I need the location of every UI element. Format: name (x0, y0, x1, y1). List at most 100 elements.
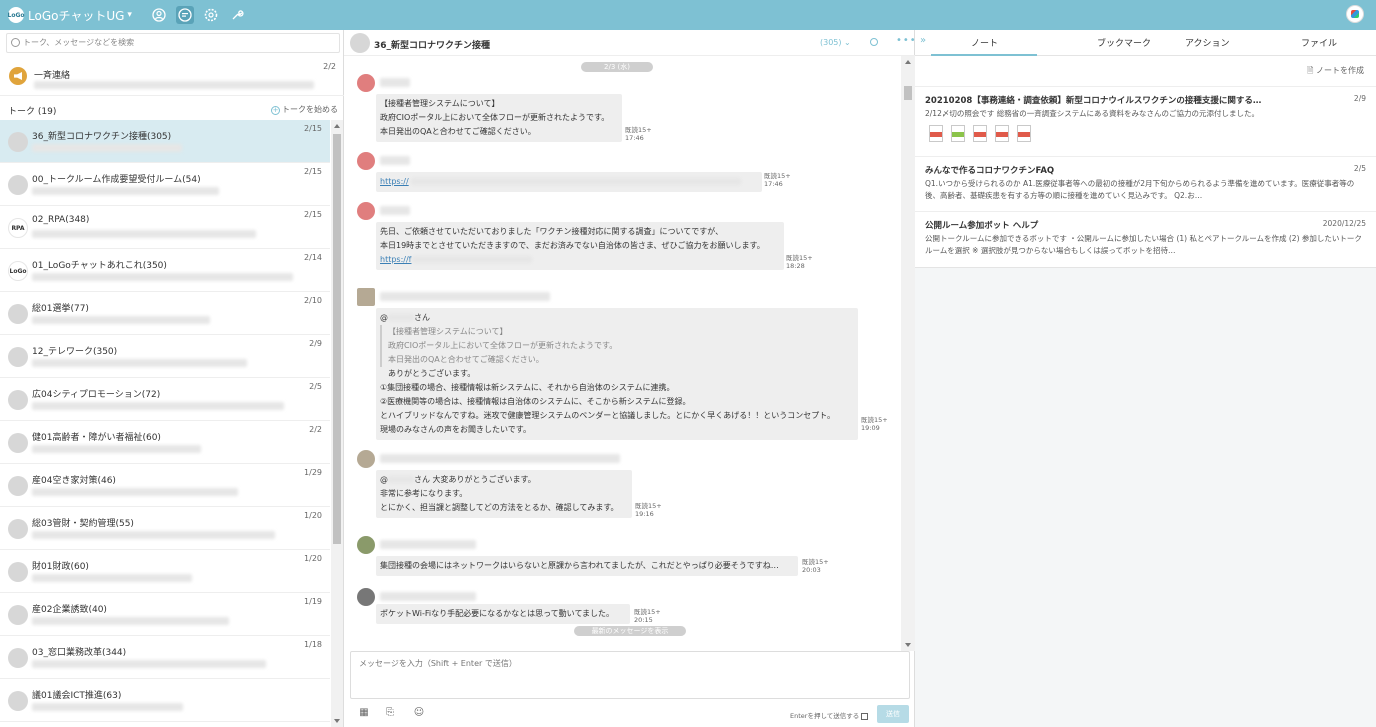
message-list: 2/3 (水) 【接種者管理システムについて】 政府CIOポータル上において全体… (344, 56, 901, 651)
room-item[interactable]: 総03管財・契約管理(55) 1/20 (0, 507, 330, 550)
read-status: 既読15+ 17:46 (764, 172, 791, 188)
search-input[interactable]: トーク、メッセージなどを検索 (6, 33, 340, 53)
tab-files[interactable]: ファイル (1301, 36, 1337, 49)
show-latest-button[interactable]: 最新のメッセージを表示 (574, 626, 686, 636)
room-item[interactable]: 00_トークルーム作成要望受付ルーム(54) 2/15 (0, 163, 330, 206)
room-name: 財01財政(60) (32, 562, 89, 572)
avatar (357, 588, 375, 606)
user-avatar[interactable] (1346, 5, 1364, 23)
room-avatar (8, 390, 28, 410)
chat-title: 36_新型コロナワクチン接種 (374, 41, 491, 51)
room-date: 1/20 (304, 554, 322, 563)
app-name: LoGoチャットUG (28, 8, 125, 23)
chat-icon[interactable] (175, 6, 194, 24)
blurred-preview (32, 531, 275, 539)
gear-icon[interactable] (202, 6, 220, 24)
blurred-preview (32, 574, 192, 582)
attach-icon[interactable]: ⎘ (384, 707, 396, 719)
read-status: 既読15+ 20:15 (634, 608, 661, 624)
talk-count-label: トーク (19) (8, 107, 57, 117)
pdf-icon[interactable] (995, 125, 1009, 142)
pdf-icon[interactable] (973, 125, 987, 142)
room-item[interactable]: 議01議会ICT推進(63) (0, 679, 330, 722)
message-link[interactable]: https:// (380, 177, 409, 186)
room-item[interactable]: LoGo 01_LoGoチャットあれこれ(350) 2/14 (0, 249, 330, 292)
room-name: 総01選挙(77) (32, 304, 89, 314)
note-icon: 🗎 (1307, 66, 1316, 75)
blurred-preview (32, 488, 238, 496)
room-item[interactable]: 産04空き家対策(46) 1/29 (0, 464, 330, 507)
user-icon[interactable] (150, 6, 168, 24)
message-scrollbar[interactable] (901, 56, 915, 651)
more-icon[interactable]: ••• (896, 35, 917, 46)
broadcast-item[interactable]: 一斉連絡 2/2 (0, 56, 344, 96)
room-item[interactable]: 総01選挙(77) 2/10 (0, 292, 330, 335)
grid-icon[interactable]: ▦ (358, 707, 370, 719)
room-item[interactable]: 12_テレワーク(350) 2/9 (0, 335, 330, 378)
room-avatar (8, 347, 28, 367)
room-date: 2/2 (309, 425, 322, 434)
room-item[interactable]: 財01財政(60) 1/20 (0, 550, 330, 593)
room-avatar (350, 33, 370, 53)
blurred-preview (32, 230, 256, 238)
message-bubble: ポケットWi-Fiなり手配必要になるかなとは思って動いてました。 (376, 604, 630, 624)
room-date: 2/9 (309, 339, 322, 348)
member-count-button[interactable]: (305) ⌄ (820, 38, 851, 47)
message-bubble: 集団接種の会場にはネットワークはいらないと原課から言われてましたが、これだとやっ… (376, 556, 798, 576)
wrench-icon[interactable] (228, 6, 246, 24)
chat-footer: ▦ ⎘ ☺ Enterを押して送信する 送信 (344, 702, 915, 727)
chat-panel: 36_新型コロナワクチン接種 (305) ⌄ ••• 2/3 (水) 【接種者管… (344, 30, 917, 727)
read-status: 既読15+ 20:03 (802, 558, 829, 574)
room-avatar (8, 304, 28, 324)
avatar (357, 152, 375, 170)
read-status: 既読15+ 19:16 (635, 502, 662, 518)
room-item[interactable]: 36_新型コロナワクチン接種(305) 2/15 (0, 120, 330, 163)
tab-bookmarks[interactable]: ブックマーク (1097, 36, 1151, 49)
room-list: 36_新型コロナワクチン接種(305) 2/15 00_トークルーム作成要望受付ルー… (0, 120, 330, 727)
emoji-icon[interactable]: ☺ (413, 707, 425, 719)
file-icon[interactable] (951, 125, 965, 142)
pdf-icon[interactable] (929, 125, 943, 142)
room-avatar: RPA (8, 218, 28, 238)
pdf-icon[interactable] (1017, 125, 1031, 142)
side-tabs: » ノート ブックマーク アクション ファイル (915, 30, 1376, 56)
room-item[interactable]: 03_窓口業務改革(344) 1/18 (0, 636, 330, 679)
megaphone-icon (9, 67, 27, 85)
blurred-preview (32, 703, 183, 711)
note-item[interactable]: 公開ルーム参加ボット ヘルプ 2020/12/25 公開トークルームに参加できる… (915, 211, 1376, 268)
room-item[interactable]: RPA 02_RPA(348) 2/15 (0, 206, 330, 249)
avatar (357, 202, 375, 220)
note-item[interactable]: みんなで作るコロナワクチンFAQ 2/5 Q1.いつから受けられるのか A1.医… (915, 156, 1376, 211)
enter-to-send-toggle[interactable]: Enterを押して送信する (790, 710, 869, 720)
message-bubble: 先日、ご依頼させていただいておりました「ワクチン接種対応に関する調査」についてで… (376, 222, 784, 270)
checkbox[interactable] (861, 712, 869, 720)
message-input[interactable] (351, 652, 909, 698)
room-avatar (8, 605, 28, 625)
room-name: 産04空き家対策(46) (32, 476, 116, 486)
room-date: 2/15 (304, 210, 322, 219)
chat-header: 36_新型コロナワクチン接種 (305) ⌄ ••• (344, 30, 917, 56)
message-bubble: @ さん 【接種者管理システムについて】 政府CIOポータル上において全体フローが… (376, 308, 858, 440)
room-item[interactable]: 広04シティプロモーション(72) 2/5 (0, 378, 330, 421)
collapse-icon[interactable]: » (920, 35, 926, 46)
tab-notes[interactable]: ノート (971, 36, 998, 49)
room-date: 1/18 (304, 640, 322, 649)
note-list: 🗎 ノートを作成 20210208【事務連絡・調査依頼】新型コロナウイルスワクチ… (915, 56, 1376, 268)
send-button[interactable]: 送信 (877, 705, 909, 723)
message-bubble: https:// (376, 172, 762, 192)
search-icon[interactable] (870, 38, 878, 46)
room-avatar (8, 519, 28, 539)
tab-actions[interactable]: アクション (1185, 36, 1230, 49)
room-list-scrollbar[interactable] (331, 120, 343, 727)
room-item[interactable]: 産02企業誘致(40) 1/19 (0, 593, 330, 636)
note-item[interactable]: 20210208【事務連絡・調査依頼】新型コロナウイルスワクチンの接種支援に関す… (915, 86, 1376, 156)
start-talk-button[interactable]: + トークを始める (271, 104, 338, 115)
message-link[interactable]: https://f (380, 255, 412, 264)
read-status: 既読15+ 17:46 (625, 126, 652, 142)
app-switcher[interactable]: LoGo LoGoチャットUG ▾ (8, 7, 132, 24)
create-note-button[interactable]: 🗎 ノートを作成 (1307, 65, 1364, 79)
room-item[interactable]: 健01高齢者・障がい者福祉(60) 2/2 (0, 421, 330, 464)
room-avatar (8, 132, 28, 152)
room-name: 広04シティプロモーション(72) (32, 390, 161, 400)
room-avatar (8, 691, 28, 711)
